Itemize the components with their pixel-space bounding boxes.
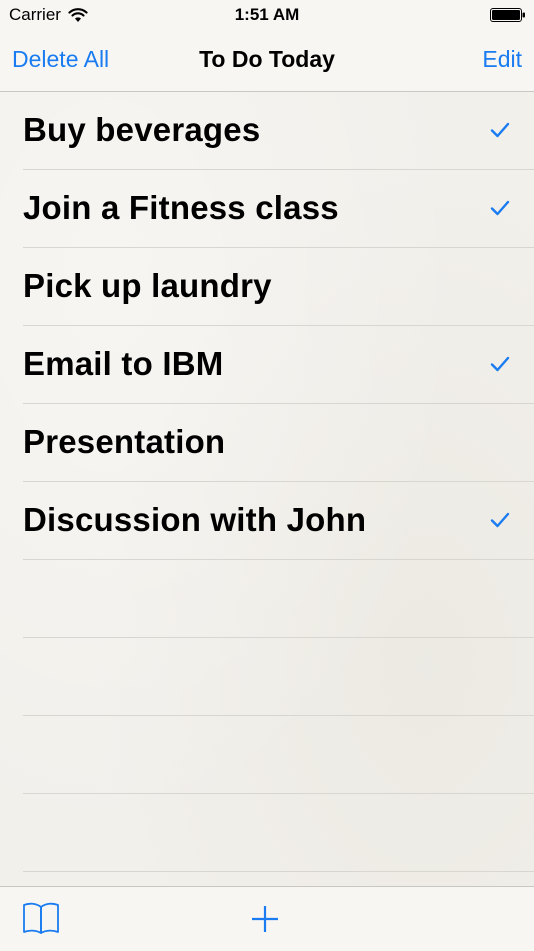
task-label: Presentation (23, 423, 226, 460)
status-time: 1:51 AM (234, 5, 300, 24)
task-label: Join a Fitness class (23, 189, 339, 226)
task-row[interactable]: Discussion with John (0, 482, 534, 560)
task-label: Buy beverages (23, 111, 261, 148)
checkmark-icon (490, 122, 510, 138)
empty-row (0, 716, 534, 794)
edit-button[interactable]: Edit (482, 46, 522, 73)
task-list: Buy beverages Join a Fitness class Pick up… (0, 92, 534, 872)
empty-row (0, 560, 534, 638)
task-row[interactable]: Buy beverages (0, 92, 534, 170)
checkmark-icon (490, 512, 510, 528)
task-row[interactable]: Email to IBM (0, 326, 534, 404)
app-screen: Carrier 1:51 AM Delete All To Do Today E… (0, 0, 534, 951)
task-row[interactable]: Presentation (0, 404, 534, 482)
add-icon[interactable] (251, 905, 279, 933)
battery-icon (490, 8, 525, 22)
page-title: To Do Today (199, 46, 335, 72)
task-label: Pick up laundry (23, 267, 272, 304)
checkmark-icon (490, 200, 510, 216)
empty-row (0, 638, 534, 716)
book-icon[interactable] (22, 901, 60, 935)
task-row[interactable]: Pick up laundry (0, 248, 534, 326)
task-label: Discussion with John (23, 501, 367, 538)
checkmark-icon (490, 356, 510, 372)
empty-row (0, 794, 534, 872)
bottom-toolbar (0, 886, 534, 951)
navigation-bar: Delete All To Do Today Edit (0, 30, 534, 92)
task-label: Email to IBM (23, 345, 224, 382)
status-bar: Carrier 1:51 AM (0, 0, 534, 30)
task-row[interactable]: Join a Fitness class (0, 170, 534, 248)
